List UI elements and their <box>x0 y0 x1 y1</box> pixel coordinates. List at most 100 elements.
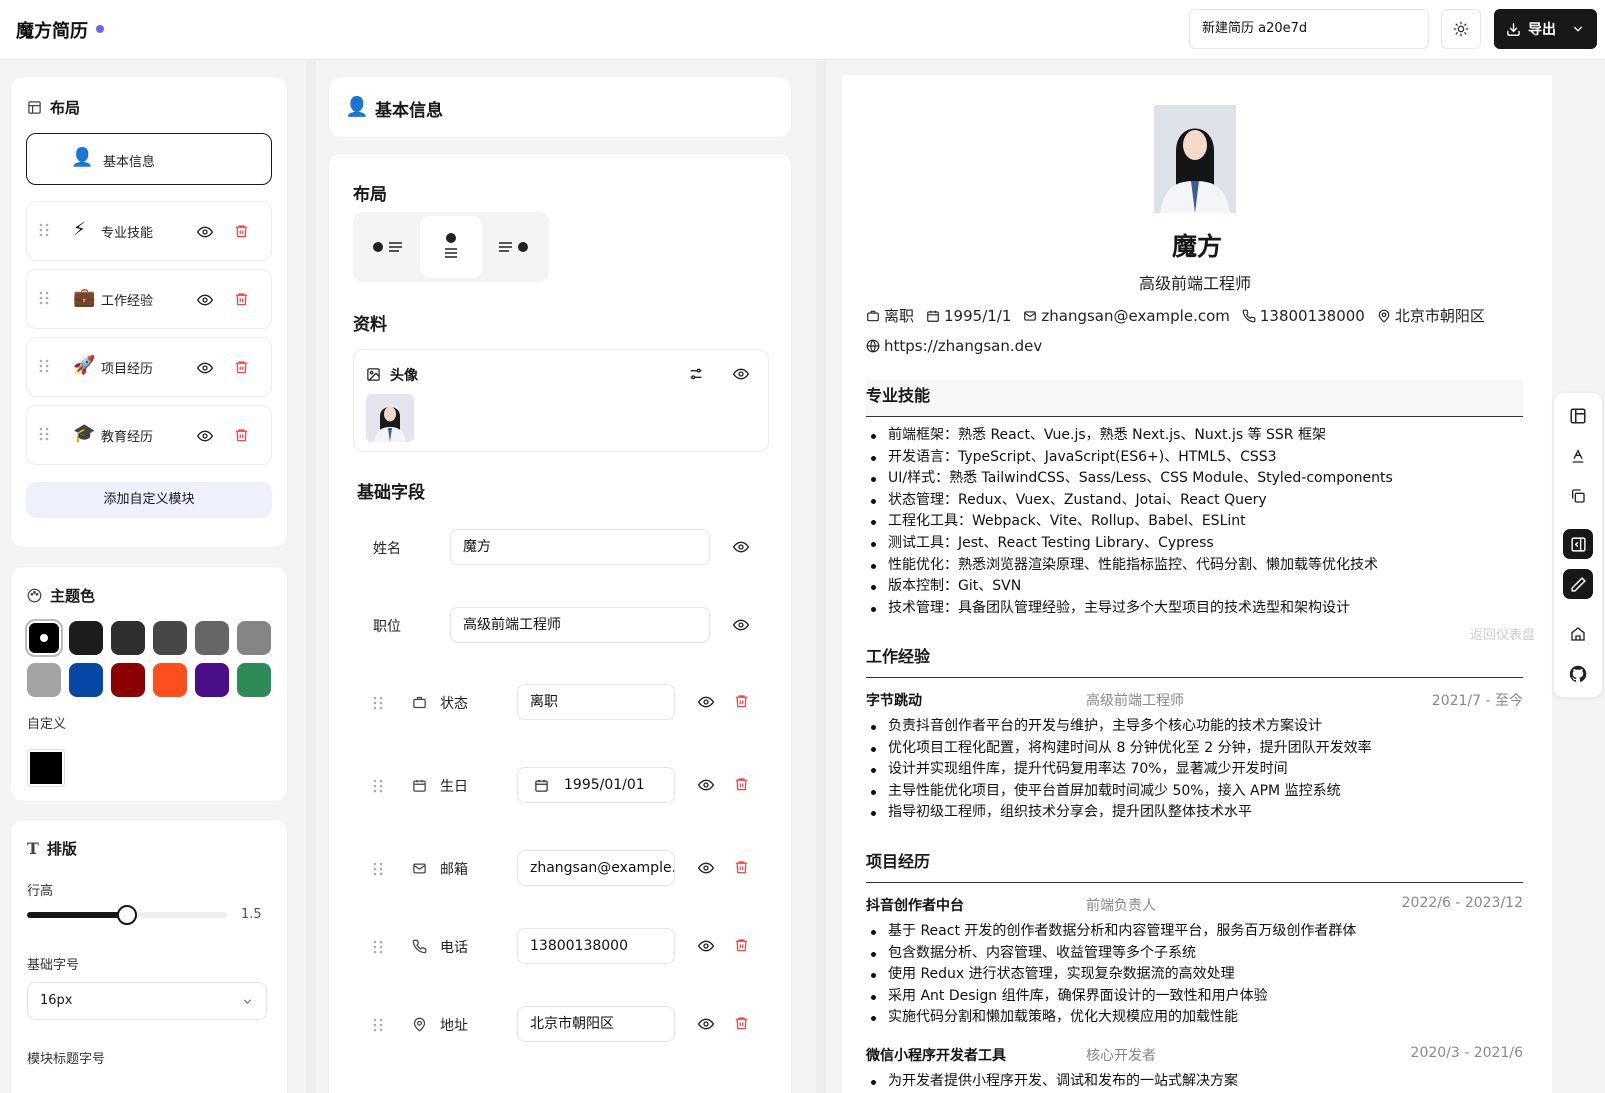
contact-website[interactable]: https://zhangsan.dev <box>866 337 1042 355</box>
trash-icon[interactable] <box>734 776 749 792</box>
add-custom-module-button[interactable]: 添加自定义模块 <box>26 482 272 518</box>
field-input[interactable]: 13800138000 <box>517 928 675 964</box>
bullet-item: 工程化工具：Webpack、Vite、Rollup、Babel、ESLint <box>866 511 1393 533</box>
module-education[interactable]: 🎓 教育经历 <box>26 405 272 465</box>
trash-icon[interactable] <box>234 427 249 443</box>
field-input[interactable]: 1995/01/01 <box>517 767 675 803</box>
panel-layout-button[interactable] <box>1563 401 1593 431</box>
eye-icon[interactable] <box>698 938 714 954</box>
contact-address: 北京市朝阳区 <box>1377 305 1485 326</box>
color-swatch[interactable] <box>25 619 63 657</box>
project-section-title: 项目经历 <box>866 848 1523 883</box>
select-value: 16px <box>40 993 73 1008</box>
color-swatch[interactable] <box>111 663 145 697</box>
field-input[interactable]: zhangsan@example.com <box>517 850 675 886</box>
rocket-icon: 🚀 <box>73 355 96 376</box>
module-work[interactable]: 💼 工作经验 <box>26 269 272 329</box>
briefcase-icon: 💼 <box>73 287 96 308</box>
export-button[interactable]: 导出 <box>1494 9 1597 49</box>
color-swatch[interactable] <box>69 663 103 697</box>
title-input[interactable]: 高级前端工程师 <box>450 607 710 643</box>
module-basic-info[interactable]: 👤 基本信息 <box>26 133 272 185</box>
eye-icon[interactable] <box>733 539 749 555</box>
eye-icon[interactable] <box>197 292 213 308</box>
editor-scrollbar[interactable] <box>816 61 826 1093</box>
color-swatch[interactable] <box>237 621 271 655</box>
bullet-item: 采用 Ant Design 组件库，确保界面设计的一致性和用户体验 <box>866 986 1356 1008</box>
field-label: 状态 <box>440 696 468 712</box>
bullet-item: 技术管理：具备团队管理经验，主导过多个大型项目的技术选型和架构设计 <box>866 598 1393 620</box>
drag-handle-icon[interactable] <box>373 940 383 954</box>
trash-icon[interactable] <box>734 859 749 875</box>
drag-handle-icon[interactable] <box>373 779 383 793</box>
skills-section-title: 专业技能 <box>866 380 1523 417</box>
drag-handle-icon[interactable] <box>39 427 49 441</box>
color-swatch[interactable] <box>69 621 103 655</box>
copy-button[interactable] <box>1563 481 1593 511</box>
github-button[interactable] <box>1563 659 1593 689</box>
line-height-value: 1.5 <box>241 907 262 922</box>
eye-icon[interactable] <box>733 617 749 633</box>
status-text: 离职 <box>884 307 915 325</box>
collapse-panel-button[interactable] <box>1563 529 1593 559</box>
field-label: 邮箱 <box>440 862 468 878</box>
trash-icon[interactable] <box>734 693 749 709</box>
project-items: 为开发者提供小程序开发、调试和发布的一站式解决方案 <box>866 1071 1238 1093</box>
bullet-item: 使用 Redux 进行状态管理，实现复杂数据流的高效处理 <box>866 964 1356 986</box>
typography-button[interactable] <box>1563 441 1593 471</box>
avatar-thumbnail[interactable] <box>366 394 414 442</box>
drag-handle-icon[interactable] <box>39 359 49 373</box>
slider-thumb[interactable] <box>117 905 137 925</box>
trash-icon[interactable] <box>734 937 749 953</box>
project-name: 抖音创作者中台 <box>866 898 964 914</box>
color-swatch[interactable] <box>237 663 271 697</box>
eye-icon[interactable] <box>698 860 714 876</box>
base-font-select[interactable]: 16px <box>27 982 267 1020</box>
eye-icon[interactable] <box>197 428 213 444</box>
drag-handle-icon[interactable] <box>373 1018 383 1032</box>
color-swatch[interactable] <box>27 663 61 697</box>
trash-icon[interactable] <box>734 1015 749 1031</box>
color-swatch[interactable] <box>195 621 229 655</box>
eye-icon[interactable] <box>698 694 714 710</box>
avatar-box: 头像 <box>353 349 769 452</box>
trash-icon[interactable] <box>234 291 249 307</box>
color-swatch[interactable] <box>153 663 187 697</box>
resume-name-input[interactable]: 新建简历 a20e7d <box>1189 9 1429 49</box>
settings-sliders-icon[interactable] <box>688 366 704 382</box>
home-button[interactable] <box>1563 619 1593 649</box>
name-input[interactable]: 魔方 <box>450 529 710 565</box>
chevron-down-icon <box>243 999 252 1004</box>
section-font-label: 模块标题字号 <box>27 1052 106 1067</box>
field-input[interactable]: 北京市朝阳区 <box>517 1006 675 1042</box>
color-swatch[interactable] <box>153 621 187 655</box>
bullet-item: 主导性能优化项目，使平台首屏加载时间减少 50%，接入 APM 监控系统 <box>866 781 1372 803</box>
trash-icon[interactable] <box>234 359 249 375</box>
phone-icon <box>412 939 427 954</box>
avatar-label: 头像 <box>390 368 418 384</box>
drag-handle-icon[interactable] <box>39 291 49 305</box>
eye-icon[interactable] <box>698 1016 714 1032</box>
pencil-icon <box>1570 576 1586 592</box>
theme-toggle-button[interactable] <box>1441 9 1481 49</box>
palette-icon <box>27 588 42 603</box>
eye-icon[interactable] <box>197 360 213 376</box>
custom-color-picker[interactable] <box>27 749 65 787</box>
left-scrollbar[interactable] <box>306 61 316 1093</box>
panel-icon <box>1570 408 1586 424</box>
color-swatch[interactable] <box>111 621 145 655</box>
line-height-slider[interactable] <box>27 905 227 925</box>
resume-avatar-image <box>1154 105 1236 213</box>
eye-icon[interactable] <box>733 366 749 382</box>
editor-title: 基本信息 <box>375 101 443 121</box>
layout-section-title: 布局 <box>353 185 387 205</box>
drag-handle-icon[interactable] <box>373 696 383 710</box>
field-input[interactable]: 离职 <box>517 684 675 720</box>
edit-button[interactable] <box>1563 569 1593 599</box>
module-projects[interactable]: 🚀 项目经历 <box>26 337 272 397</box>
drag-handle-icon[interactable] <box>373 862 383 876</box>
custom-color-label: 自定义 <box>27 717 67 732</box>
phone-text: 13800138000 <box>1259 306 1365 325</box>
color-swatch[interactable] <box>195 663 229 697</box>
eye-icon[interactable] <box>698 777 714 793</box>
